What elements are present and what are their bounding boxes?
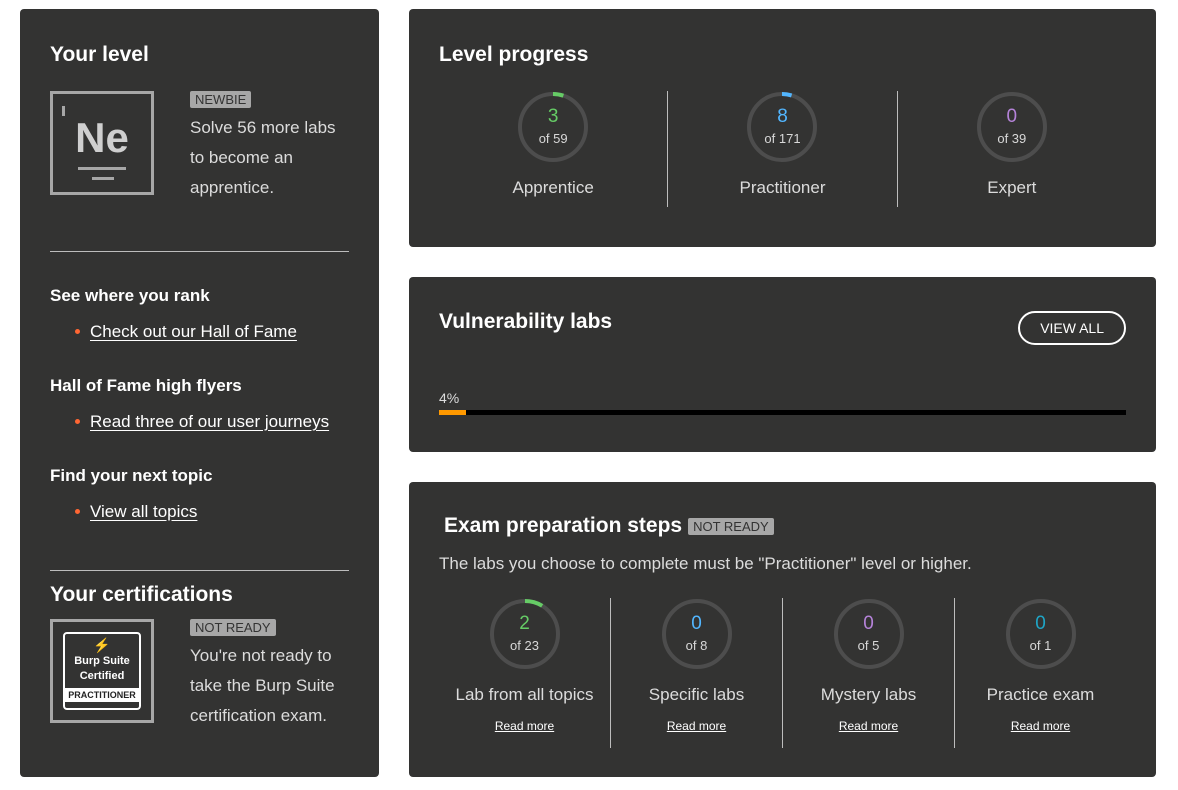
bullet-icon: [75, 509, 80, 514]
stat-label: Lab from all topics: [455, 685, 594, 704]
read-more-link[interactable]: Read more: [839, 719, 898, 733]
stat-lab-from-all-topics: 2 of 23 Lab from all topics Read more: [439, 598, 610, 748]
stat-mystery-labs: 0 of 5 Mystery labs Read more: [782, 598, 954, 748]
cert-description: You're not ready to take the Burp Suite …: [190, 646, 335, 725]
hall-of-fame-link[interactable]: Check out our Hall of Fame: [90, 322, 297, 341]
stat-value: 0: [863, 613, 874, 634]
certifications-title: Your certifications: [50, 583, 233, 606]
read-more-link[interactable]: Read more: [1011, 719, 1070, 733]
progress-bar: [439, 410, 1126, 415]
your-level-title: Your level: [50, 43, 149, 66]
stat-practitioner: 8 of 171 Practitioner: [667, 91, 896, 207]
element-symbol: Ne: [75, 114, 129, 161]
bullet-icon: [75, 329, 80, 334]
user-journeys-link[interactable]: Read three of our user journeys: [90, 412, 329, 431]
progress-ring: 3 of 59: [517, 91, 589, 163]
stat-total: of 8: [685, 638, 708, 653]
stat-total: of 59: [538, 131, 568, 146]
all-topics-link[interactable]: View all topics: [90, 502, 197, 521]
stat-value: 0: [1035, 613, 1046, 634]
topic-heading: Find your next topic: [50, 466, 213, 485]
progress-fill: [439, 410, 467, 415]
topic-section: Find your next topic View all topics: [50, 466, 349, 522]
progress-ring: 0 of 5: [833, 598, 905, 670]
progress-ring: 2 of 23: [489, 598, 561, 670]
stat-value: 0: [1006, 106, 1018, 127]
progress-ring: 8 of 171: [746, 91, 818, 163]
stat-value: 2: [519, 613, 530, 634]
progress-percent: 4%: [439, 390, 460, 406]
stat-specific-labs: 0 of 8 Specific labs Read more: [610, 598, 782, 748]
exam-title: Exam preparation steps: [444, 514, 683, 537]
progress-ring: 0 of 39: [976, 91, 1048, 163]
view-all-button[interactable]: VIEW ALL: [1018, 311, 1126, 345]
lightning-icon: ⚡: [93, 637, 111, 653]
stat-value: 3: [547, 106, 559, 127]
read-more-link[interactable]: Read more: [667, 719, 726, 733]
sidebar-panel: Your level Ne NEWBIE Solve 56 more labs …: [20, 9, 379, 777]
exam-subtitle: The labs you choose to complete must be …: [439, 554, 972, 573]
level-progress-title: Level progress: [439, 43, 589, 66]
exam-preparation-panel: Exam preparation steps NOT READY The lab…: [409, 482, 1156, 777]
stat-value: 8: [777, 106, 788, 127]
flyers-section: Hall of Fame high flyers Read three of o…: [50, 376, 349, 432]
divider: [50, 251, 349, 252]
vulnerability-labs-panel: Vulnerability labs VIEW ALL 4%: [409, 277, 1156, 452]
list-item: Read three of our user journeys: [50, 412, 349, 432]
stat-label: Apprentice: [512, 178, 594, 197]
stat-practice-exam: 0 of 1 Practice exam Read more: [954, 598, 1126, 748]
progress-ring: 0 of 8: [661, 598, 733, 670]
read-more-link[interactable]: Read more: [495, 719, 554, 733]
stat-total: of 5: [857, 638, 880, 653]
level-progress-panel: Level progress 3 of 59 Apprentice 8 of 171 Pr…: [409, 9, 1156, 247]
level-description: Solve 56 more labs to become an apprenti…: [190, 118, 336, 197]
stat-total: of 1: [1029, 638, 1052, 653]
element-icon: Ne: [50, 91, 154, 195]
divider: [50, 570, 349, 571]
exam-badge: NOT READY: [688, 517, 774, 535]
stat-value: 0: [691, 613, 702, 634]
bullet-icon: [75, 419, 80, 424]
stat-label: Specific labs: [648, 685, 745, 704]
list-item: View all topics: [50, 502, 349, 522]
stat-expert: 0 of 39 Expert: [896, 91, 1126, 207]
rank-section: See where you rank Check out our Hall of…: [50, 286, 349, 342]
stat-total: of 39: [997, 131, 1027, 146]
stat-label: Practice exam: [986, 685, 1095, 704]
flyers-heading: Hall of Fame high flyers: [50, 376, 242, 395]
stat-label: Practitioner: [739, 178, 826, 197]
stat-apprentice: 3 of 59 Apprentice: [439, 91, 667, 207]
cert-badge: NOT READY: [190, 619, 276, 636]
list-item: Check out our Hall of Fame: [50, 322, 349, 342]
stat-total: of 171: [764, 131, 801, 146]
burp-certified-logo: ⚡ Burp Suite Certified PRACTITIONER: [50, 619, 154, 723]
level-badge: NEWBIE: [190, 91, 252, 108]
stat-label: Expert: [987, 178, 1037, 197]
stat-total: of 23: [510, 638, 539, 653]
progress-ring: 0 of 1: [1005, 598, 1077, 670]
rank-heading: See where you rank: [50, 286, 210, 305]
stat-label: Mystery labs: [820, 685, 917, 704]
